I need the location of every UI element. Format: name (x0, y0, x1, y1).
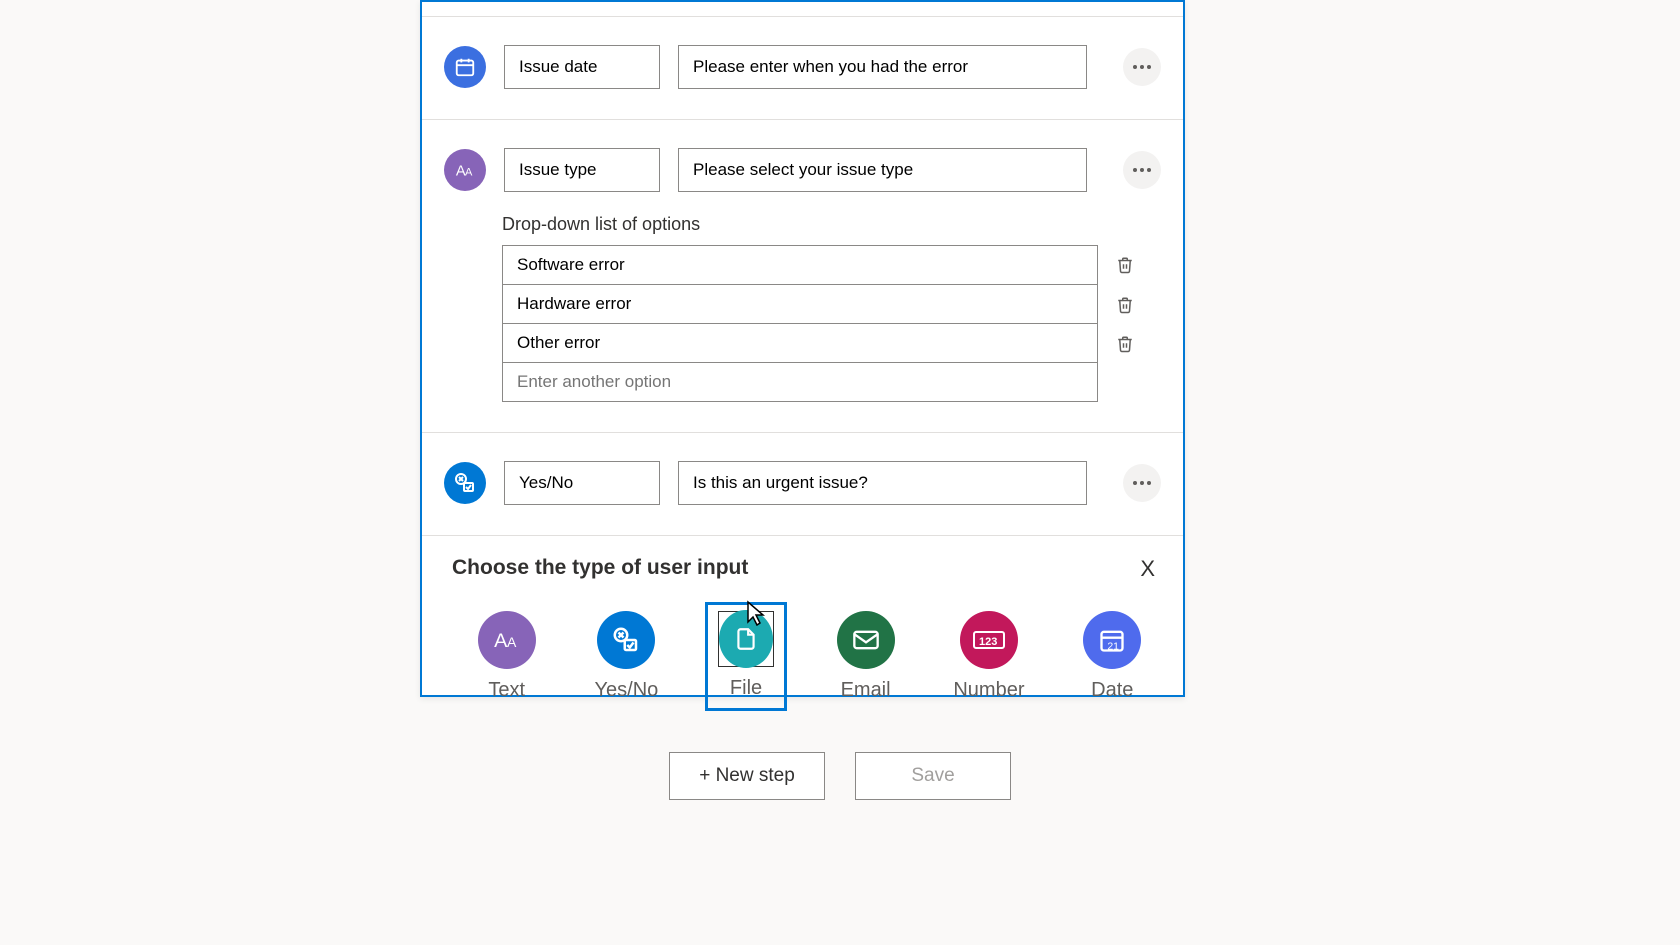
dropdown-option-input[interactable] (502, 245, 1098, 285)
file-icon (719, 610, 773, 668)
input-type-chooser: Choose the type of user input X AA Text … (422, 536, 1183, 733)
new-step-button[interactable]: + New step (669, 752, 825, 800)
delete-option-button[interactable] (1108, 327, 1142, 361)
svg-text:A: A (507, 634, 517, 650)
input-type-number[interactable]: 123 Number (944, 602, 1033, 711)
dropdown-options-label: Drop-down list of options (502, 214, 1183, 235)
input-type-text[interactable]: AA Text (466, 602, 548, 711)
chooser-title: Choose the type of user input (452, 556, 1153, 580)
dropdown-option-input[interactable] (502, 284, 1098, 324)
delete-option-button[interactable] (1108, 248, 1142, 282)
number-icon: 123 (960, 611, 1018, 669)
text-icon: AA (444, 149, 486, 191)
row-menu-button[interactable] (1123, 151, 1161, 189)
input-type-yesno[interactable]: Yes/No (586, 602, 668, 711)
row-menu-button[interactable] (1123, 48, 1161, 86)
input-row-issue-type: AA Drop-down list of options (422, 120, 1183, 432)
dropdown-option-new-input[interactable] (502, 362, 1098, 402)
input-description-field[interactable] (678, 461, 1087, 505)
svg-text:123: 123 (979, 636, 997, 648)
type-label: Number (953, 679, 1024, 702)
svg-text:21: 21 (1108, 640, 1120, 652)
input-name-field[interactable] (504, 461, 660, 505)
trigger-card: AA Drop-down list of options (420, 0, 1185, 697)
delete-option-button[interactable] (1108, 288, 1142, 322)
input-description-field[interactable] (678, 148, 1087, 192)
type-label: Yes/No (595, 679, 659, 702)
save-button[interactable]: Save (855, 752, 1011, 800)
chooser-close-button[interactable]: X (1140, 556, 1155, 582)
row-menu-button[interactable] (1123, 464, 1161, 502)
input-type-date[interactable]: 21 Date (1071, 602, 1153, 711)
email-icon (837, 611, 895, 669)
type-label: Date (1091, 679, 1133, 702)
input-row-issue-date (422, 17, 1183, 119)
text-icon: AA (478, 611, 536, 669)
input-name-field[interactable] (504, 45, 660, 89)
calendar-icon: 21 (1083, 611, 1141, 669)
yesno-icon (444, 462, 486, 504)
yesno-icon (597, 611, 655, 669)
input-name-field[interactable] (504, 148, 660, 192)
dropdown-option-input[interactable] (502, 323, 1098, 363)
input-row-yesno (422, 433, 1183, 535)
input-description-field[interactable] (678, 45, 1087, 89)
input-type-file[interactable]: File (705, 602, 787, 711)
type-label: Text (488, 679, 525, 702)
calendar-icon (444, 46, 486, 88)
svg-text:A: A (465, 167, 473, 179)
type-label: Email (841, 679, 891, 702)
input-type-email[interactable]: Email (825, 602, 907, 711)
type-label: File (730, 677, 762, 700)
